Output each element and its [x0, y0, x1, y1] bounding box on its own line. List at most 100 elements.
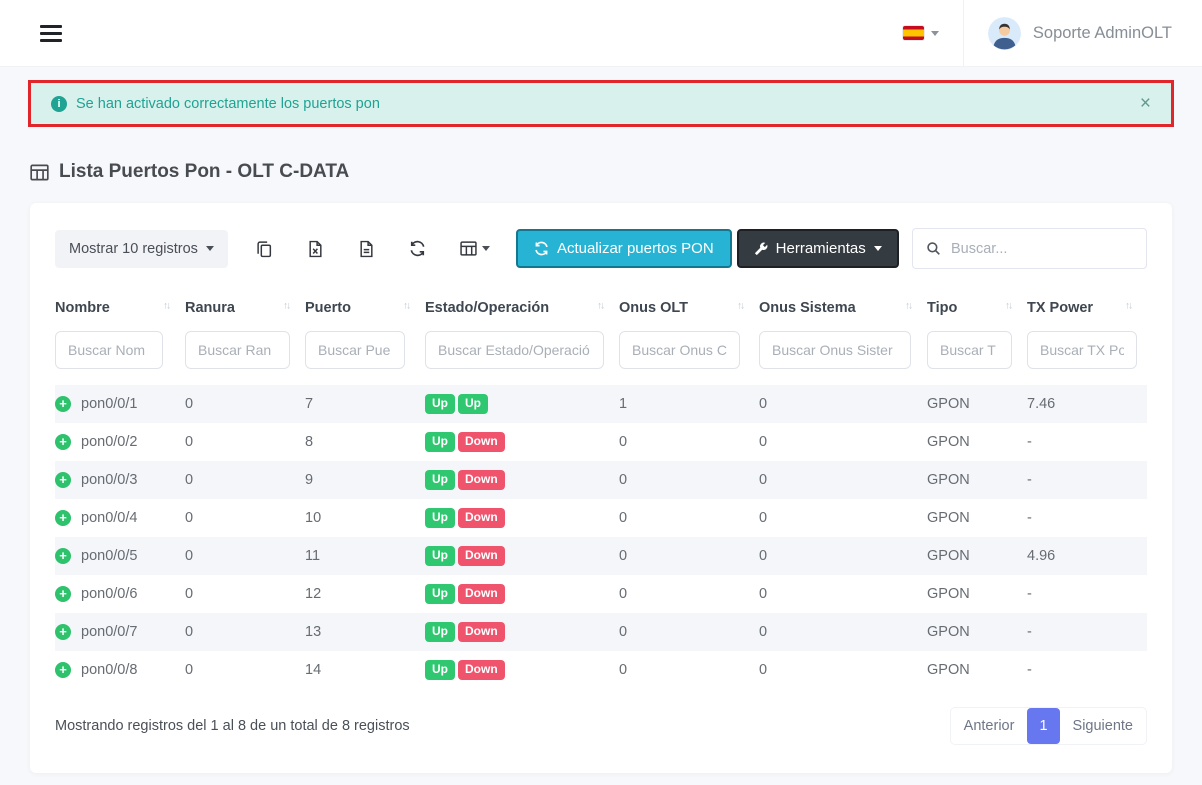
- tx-power-cell: -: [1027, 499, 1147, 537]
- port-name: pon0/0/2: [81, 434, 137, 450]
- expand-row-icon[interactable]: +: [55, 624, 71, 640]
- pagination: Anterior 1 Siguiente: [950, 707, 1147, 745]
- status-badge: Up: [425, 470, 455, 490]
- alert-close-button[interactable]: ×: [1140, 94, 1151, 113]
- search-icon: [926, 241, 941, 256]
- sort-icon: ↑↓: [403, 300, 409, 311]
- onus-sistema-cell: 0: [759, 613, 927, 651]
- sort-icon: ↑↓: [905, 300, 911, 311]
- sort-icon: ↑↓: [283, 300, 289, 311]
- column-visibility-icon[interactable]: [460, 240, 490, 257]
- table-icon: [30, 163, 49, 182]
- tools-dropdown-button[interactable]: Herramientas: [737, 229, 899, 268]
- column-filter-input[interactable]: [927, 331, 1012, 369]
- onus-sistema-cell: 0: [759, 461, 927, 499]
- tx-power-cell: -: [1027, 575, 1147, 613]
- refresh-pon-ports-button[interactable]: Actualizar puertos PON: [516, 229, 732, 268]
- status-badge: Down: [458, 622, 505, 642]
- expand-row-icon[interactable]: +: [55, 434, 71, 450]
- puerto-cell: 9: [305, 461, 425, 499]
- onus-sistema-cell: 0: [759, 651, 927, 689]
- ranura-cell: 0: [185, 461, 305, 499]
- status-badge: Up: [425, 622, 455, 642]
- pagination-prev-button[interactable]: Anterior: [951, 708, 1028, 744]
- expand-row-icon[interactable]: +: [55, 548, 71, 564]
- ranura-cell: 0: [185, 385, 305, 423]
- filter-cell: [1027, 329, 1147, 385]
- expand-row-icon[interactable]: +: [55, 396, 71, 412]
- user-name: Soporte AdminOLT: [1033, 24, 1172, 43]
- nombre-cell: +pon0/0/6: [55, 575, 185, 613]
- column-filter-input[interactable]: [759, 331, 911, 369]
- column-filter-input[interactable]: [619, 331, 740, 369]
- column-header[interactable]: Onus OLT↑↓: [619, 283, 759, 329]
- filter-cell: [425, 329, 619, 385]
- info-icon: i: [51, 96, 67, 112]
- language-dropdown[interactable]: [879, 0, 963, 66]
- port-name: pon0/0/5: [81, 548, 137, 564]
- export-excel-icon[interactable]: [307, 240, 324, 258]
- puerto-cell: 7: [305, 385, 425, 423]
- estado-operacion-cell: UpDown: [425, 461, 619, 499]
- status-badge: Up: [425, 394, 455, 414]
- tipo-cell: GPON: [927, 613, 1027, 651]
- onus-sistema-cell: 0: [759, 499, 927, 537]
- tx-power-cell: 7.46: [1027, 385, 1147, 423]
- onus-sistema-cell: 0: [759, 423, 927, 461]
- column-header[interactable]: Estado/Operación↑↓: [425, 283, 619, 329]
- nombre-cell: + pon0/0/2: [55, 423, 185, 461]
- onus-olt-cell: 0: [619, 537, 759, 575]
- tipo-cell: GPON: [927, 385, 1027, 423]
- column-header[interactable]: TX Power↑↓: [1027, 283, 1147, 329]
- puerto-cell: 10: [305, 499, 425, 537]
- spain-flag-icon: [903, 26, 924, 40]
- expand-row-icon[interactable]: +: [55, 662, 71, 678]
- chevron-down-icon: [931, 31, 939, 36]
- copy-icon[interactable]: [256, 240, 273, 258]
- column-filter-input[interactable]: [305, 331, 405, 369]
- expand-row-icon[interactable]: +: [55, 510, 71, 526]
- puerto-cell: 8: [305, 423, 425, 461]
- column-filter-input[interactable]: [1027, 331, 1137, 369]
- column-header-label: Ranura: [185, 300, 235, 316]
- search-input[interactable]: [951, 241, 1133, 257]
- onus-olt-cell: 0: [619, 423, 759, 461]
- refresh-icon[interactable]: [409, 240, 426, 257]
- success-alert: i Se han activado correctamente los puer…: [31, 83, 1171, 124]
- estado-operacion-cell: UpDown: [425, 499, 619, 537]
- expand-row-icon[interactable]: +: [55, 586, 71, 602]
- column-filter-input[interactable]: [425, 331, 604, 369]
- onus-olt-cell: 0: [619, 575, 759, 613]
- tx-power-cell: -: [1027, 423, 1147, 461]
- tipo-cell: GPON: [927, 651, 1027, 689]
- column-header[interactable]: Puerto↑↓: [305, 283, 425, 329]
- export-file-icon[interactable]: [358, 240, 375, 258]
- status-badge: Up: [425, 660, 455, 680]
- table-toolbar: Mostrar 10 registros: [55, 228, 1147, 269]
- user-menu[interactable]: Soporte AdminOLT: [963, 0, 1172, 66]
- page-title-text: Lista Puertos Pon - OLT C-DATA: [59, 161, 349, 183]
- port-name: pon0/0/3: [81, 472, 137, 488]
- pagination-page-1[interactable]: 1: [1027, 708, 1059, 744]
- nombre-cell: + pon0/0/5: [55, 537, 185, 575]
- column-header[interactable]: Nombre↑↓: [55, 283, 185, 329]
- alert-highlight-border: i Se han activado correctamente los puer…: [28, 80, 1174, 127]
- column-filter-input[interactable]: [55, 331, 163, 369]
- column-header-label: TX Power: [1027, 300, 1093, 316]
- tx-power-cell: -: [1027, 613, 1147, 651]
- pagination-next-button[interactable]: Siguiente: [1060, 708, 1146, 744]
- ranura-cell: 0: [185, 537, 305, 575]
- column-header[interactable]: Tipo↑↓: [927, 283, 1027, 329]
- show-records-dropdown[interactable]: Mostrar 10 registros: [55, 230, 228, 268]
- estado-operacion-cell: UpDown: [425, 423, 619, 461]
- menu-toggle-icon[interactable]: [40, 25, 62, 42]
- column-header[interactable]: Ranura ↑↓: [185, 283, 305, 329]
- expand-row-icon[interactable]: +: [55, 472, 71, 488]
- puerto-cell: 14: [305, 651, 425, 689]
- search-box: [912, 228, 1147, 269]
- tx-power-cell: 4.96: [1027, 537, 1147, 575]
- sort-icon: ↑↓: [597, 300, 603, 311]
- column-header[interactable]: Onus Sistema↑↓: [759, 283, 927, 329]
- column-filter-input[interactable]: [185, 331, 290, 369]
- ranura-cell: 0: [185, 575, 305, 613]
